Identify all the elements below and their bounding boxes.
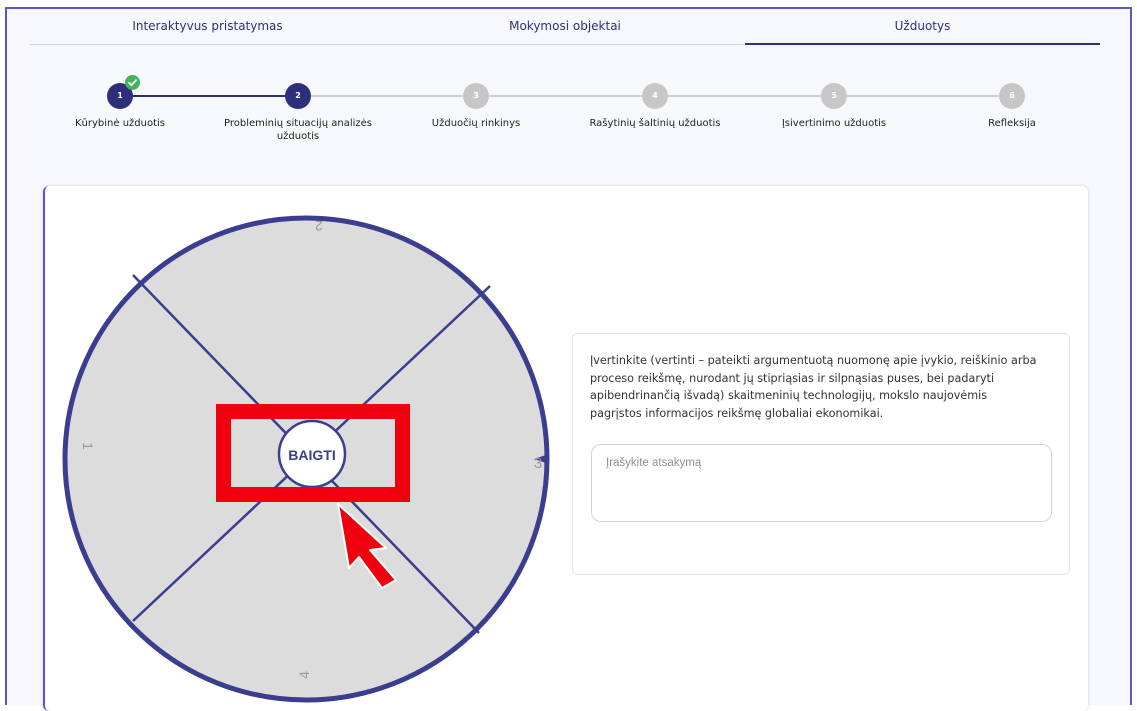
tab-bar: Interaktyvus pristatymas Mokymosi objekt…: [30, 12, 1100, 46]
answer-input[interactable]: [591, 444, 1052, 522]
step-connector-done: [120, 95, 300, 97]
step-4-label[interactable]: Rašytinių šaltinių užduotis: [575, 117, 735, 130]
tab-active-indicator: [745, 43, 1100, 45]
cursor-arrow-icon: [337, 503, 397, 589]
step-3-circle[interactable]: 3: [463, 83, 489, 109]
finish-button[interactable]: BAIGTI: [277, 419, 347, 489]
step-5-label[interactable]: Įsivertinimo užduotis: [754, 117, 914, 130]
tab-interactive-presentation[interactable]: Interaktyvus pristatymas: [30, 12, 385, 44]
step-2-label[interactable]: Probleminių situacijų analizės užduotis: [218, 117, 378, 143]
step-3-label[interactable]: Užduočių rinkinys: [396, 117, 556, 130]
step-1-label[interactable]: Kūrybinė užduotis: [40, 117, 200, 130]
task-instruction: Įvertinkite (vertinti – pateikti argumen…: [590, 354, 1037, 420]
step-6-label[interactable]: Refleksija: [932, 117, 1092, 130]
wheel-segment-1[interactable]: 1: [80, 442, 96, 450]
step-progress: 1 2 3 4 5 6 Kūrybinė užduotis Problemini…: [0, 80, 1137, 160]
tab-learning-objects[interactable]: Mokymosi objektai: [385, 12, 745, 44]
wheel-segment-2[interactable]: 2: [315, 218, 323, 234]
wheel-segment-3[interactable]: 3: [534, 455, 542, 472]
step-6-circle[interactable]: 6: [999, 83, 1025, 109]
check-icon: [125, 75, 140, 90]
wheel-segment-4[interactable]: 4: [296, 671, 312, 679]
finish-button-label[interactable]: BAIGTI: [288, 447, 335, 463]
task-panel: Įvertinkite (vertinti – pateikti argumen…: [572, 333, 1070, 575]
task-wheel: 2 1 3 4 BAIGTI: [62, 215, 550, 703]
step-4-circle[interactable]: 4: [642, 83, 668, 109]
step-2-circle[interactable]: 2: [285, 83, 311, 109]
tab-tasks[interactable]: Užduotys: [745, 12, 1100, 44]
step-5-circle[interactable]: 5: [821, 83, 847, 109]
